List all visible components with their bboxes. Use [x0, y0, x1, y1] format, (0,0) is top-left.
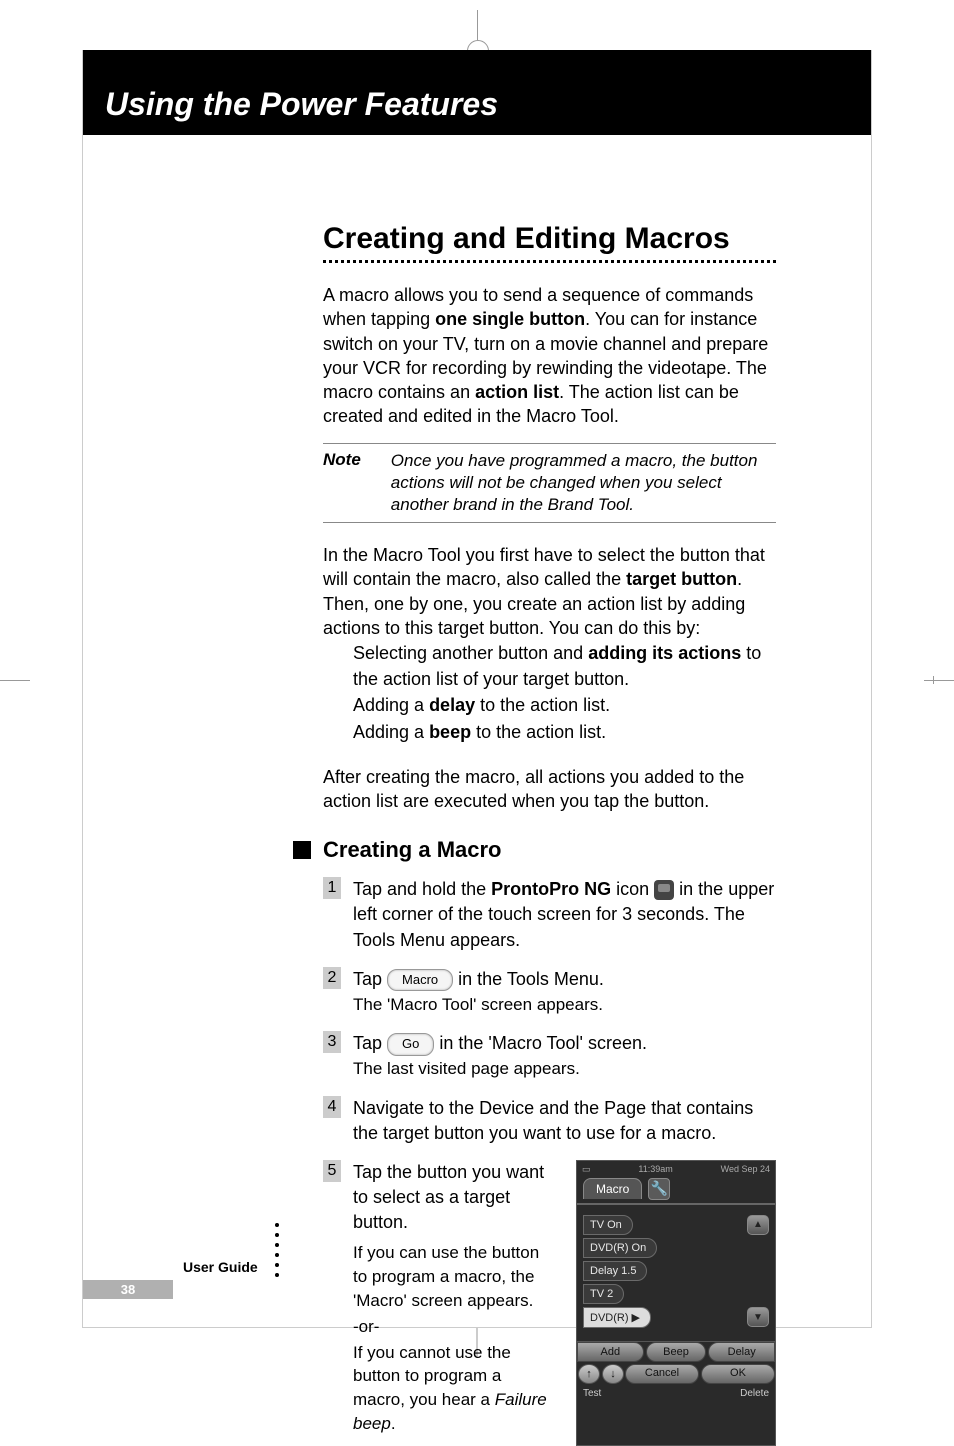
- move-down-button[interactable]: ↓: [602, 1364, 624, 1384]
- note-label: Note: [323, 450, 361, 516]
- or-divider: -or-: [353, 1315, 556, 1339]
- bold-text: delay: [429, 695, 475, 715]
- page-number: 38: [83, 1280, 173, 1299]
- dot-icon: [275, 1253, 279, 1257]
- content-area: Creating and Editing Macros A macro allo…: [203, 222, 776, 1446]
- bullet-item: Selecting another button and adding its …: [353, 640, 776, 692]
- device-footer-row2: ↑ ↓ Cancel OK: [577, 1362, 775, 1386]
- footer-label: User Guide: [179, 1257, 262, 1277]
- step-body: Navigate to the Device and the Page that…: [353, 1096, 776, 1146]
- action-item[interactable]: DVD(R) On: [583, 1238, 657, 1258]
- bold-text: adding its actions: [588, 643, 741, 663]
- device-date: Wed Sep 24: [721, 1164, 770, 1175]
- device-status-bar: ▭ 11:39am Wed Sep 24: [577, 1161, 775, 1175]
- step-number: 2: [323, 967, 341, 989]
- step-body: Tap the button you want to select as a t…: [353, 1160, 556, 1236]
- bold-text: beep: [429, 722, 471, 742]
- tools-icon[interactable]: 🔧: [648, 1178, 670, 1200]
- battery-icon: ▭: [582, 1164, 591, 1175]
- note-text: Once you have programmed a macro, the bu…: [391, 450, 776, 516]
- text: Selecting another button and adding its …: [353, 640, 776, 692]
- add-button[interactable]: Add: [577, 1342, 644, 1362]
- step-body: Tap Macro in the Tools Menu. The 'Macro …: [353, 967, 604, 1017]
- note-box: Note Once you have programmed a macro, t…: [323, 443, 776, 523]
- sub-heading: Creating a Macro: [323, 837, 502, 863]
- step-5-text: 5 Tap the button you want to select as a…: [323, 1160, 556, 1446]
- bold-text: one single button: [435, 309, 585, 329]
- step-result: If you can use the button to program a m…: [353, 1241, 556, 1312]
- text: Adding a beep to the action list.: [353, 719, 606, 745]
- macro-tab[interactable]: Macro: [583, 1178, 642, 1199]
- action-item-selected[interactable]: DVD(R) ▶: [583, 1307, 651, 1328]
- step-1: 1 Tap and hold the ProntoPro NG icon in …: [323, 877, 776, 953]
- ok-button[interactable]: OK: [701, 1364, 775, 1384]
- step-result: If you cannot use the button to program …: [353, 1341, 556, 1436]
- delete-label[interactable]: Delete: [740, 1388, 769, 1399]
- step-number: 1: [323, 877, 341, 899]
- intro-paragraph: A macro allows you to send a sequence of…: [323, 283, 776, 429]
- scroll-down-button[interactable]: ▼: [747, 1307, 769, 1327]
- dot-icon: [275, 1263, 279, 1267]
- scroll-up-button[interactable]: ▲: [747, 1215, 769, 1235]
- section-heading: Creating and Editing Macros: [323, 222, 776, 256]
- step-result: The last visited page appears.: [353, 1059, 580, 1078]
- bold-text: action list: [475, 382, 559, 402]
- text: Adding a delay to the action list.: [353, 692, 610, 718]
- step-4: 4 Navigate to the Device and the Page th…: [323, 1096, 776, 1146]
- bullet-item: Adding a delay to the action list.: [353, 692, 776, 718]
- crop-mark-right: [924, 680, 954, 681]
- action-list: TV On ▲ DVD(R) On Delay 1.5 TV 2 DVD(R) …: [577, 1205, 775, 1341]
- crop-mark-left: [0, 680, 30, 681]
- bold-text: target button: [626, 569, 737, 589]
- go-button-icon: Go: [387, 1033, 434, 1055]
- dot-icon: [275, 1233, 279, 1237]
- step-list: 1 Tap and hold the ProntoPro NG icon in …: [323, 877, 776, 1146]
- dot-icon: [275, 1273, 279, 1277]
- step-number: 5: [323, 1160, 341, 1182]
- device-bottom-row: Test Delete: [577, 1386, 775, 1401]
- step-number: 4: [323, 1096, 341, 1118]
- test-label[interactable]: Test: [583, 1388, 601, 1399]
- bullet-list: Selecting another button and adding its …: [353, 640, 776, 744]
- pronto-device-icon: [654, 880, 674, 900]
- paragraph: In the Macro Tool you first have to sele…: [323, 543, 776, 640]
- action-item[interactable]: TV On: [583, 1215, 633, 1235]
- step-body: Tap Go in the 'Macro Tool' screen. The l…: [353, 1031, 647, 1081]
- step-result: The 'Macro Tool' screen appears.: [353, 995, 603, 1014]
- square-bullet-icon: [293, 841, 311, 859]
- step-3: 3 Tap Go in the 'Macro Tool' screen. The…: [323, 1031, 776, 1081]
- crop-mark-top: [457, 10, 497, 50]
- device-time: 11:39am: [638, 1164, 672, 1175]
- device-screenshot: ▭ 11:39am Wed Sep 24 Macro 🔧 TV On ▲: [576, 1160, 776, 1446]
- dotted-divider: [323, 260, 776, 263]
- action-item[interactable]: Delay 1.5: [583, 1261, 647, 1281]
- page-border: Using the Power Features Creating and Ed…: [82, 50, 872, 1328]
- bold-text: ProntoPro NG: [491, 879, 611, 899]
- dot-icon: [275, 1223, 279, 1227]
- action-item[interactable]: TV 2: [583, 1284, 624, 1304]
- sub-heading-row: Creating a Macro: [323, 837, 776, 863]
- beep-button[interactable]: Beep: [646, 1342, 707, 1362]
- decorative-dots: [275, 1223, 279, 1277]
- device-header: Macro 🔧: [577, 1175, 775, 1203]
- step-2: 2 Tap Macro in the Tools Menu. The 'Macr…: [323, 967, 776, 1017]
- page-container: Using the Power Features Creating and Ed…: [0, 0, 954, 1358]
- macro-button-icon: Macro: [387, 969, 453, 991]
- device-footer-row1: Add Beep Delay: [577, 1341, 775, 1362]
- delay-button[interactable]: Delay: [708, 1342, 775, 1362]
- cancel-button[interactable]: Cancel: [625, 1364, 699, 1384]
- step-body: Tap and hold the ProntoPro NG icon in th…: [353, 877, 776, 953]
- step-5-row: 5 Tap the button you want to select as a…: [323, 1160, 776, 1446]
- dot-icon: [275, 1243, 279, 1247]
- move-up-button[interactable]: ↑: [578, 1364, 600, 1384]
- paragraph: After creating the macro, all actions yo…: [323, 765, 776, 814]
- bullet-item: Adding a beep to the action list.: [353, 719, 776, 745]
- chapter-header: Using the Power Features: [83, 50, 871, 135]
- step-number: 3: [323, 1031, 341, 1053]
